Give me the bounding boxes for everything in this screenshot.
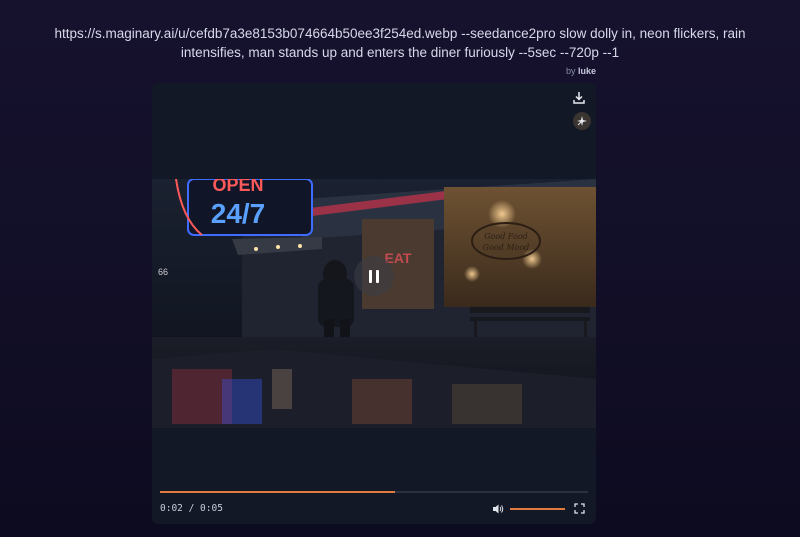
pause-button[interactable] xyxy=(354,256,394,296)
video-player: Good Food Good Mood EAT OPEN 24/7 66 0:0… xyxy=(152,83,596,524)
neon-sign-247: 24/7 xyxy=(211,198,266,229)
prompt-line-2: intensifies, man stands up and enters th… xyxy=(180,45,620,60)
prompt-line-1: https://s.maginary.ai/u/cefdb7a3e8153b07… xyxy=(54,26,746,41)
volume-fill xyxy=(510,508,565,510)
window-sign-1: Good Food xyxy=(484,232,528,241)
magic-sparkle-icon xyxy=(577,116,587,126)
magic-button[interactable] xyxy=(573,112,591,130)
fullscreen-icon[interactable] xyxy=(574,503,585,514)
time-display: 0:02 / 0:05 xyxy=(160,503,223,514)
video-frame[interactable]: Good Food Good Mood EAT OPEN 24/7 66 xyxy=(152,179,596,428)
volume-slider[interactable] xyxy=(510,508,565,510)
author-link[interactable]: luke xyxy=(578,66,596,76)
byline: by luke xyxy=(566,66,596,76)
pause-icon xyxy=(369,269,372,283)
diner-scene-image: Good Food Good Mood EAT OPEN 24/7 66 xyxy=(152,179,596,428)
download-button[interactable] xyxy=(570,89,588,107)
window-sign-2: Good Mood xyxy=(483,243,530,252)
pause-icon-bar xyxy=(376,269,379,283)
neon-sign-open: OPEN xyxy=(212,179,263,195)
route-sign: 66 xyxy=(158,267,168,277)
progress-fill xyxy=(160,491,396,493)
prompt-text: https://s.maginary.ai/u/cefdb7a3e8153b07… xyxy=(24,24,776,62)
progress-bar[interactable] xyxy=(160,491,588,493)
byline-prefix: by xyxy=(565,66,576,76)
download-icon xyxy=(573,92,585,104)
volume-icon[interactable] xyxy=(492,503,504,515)
